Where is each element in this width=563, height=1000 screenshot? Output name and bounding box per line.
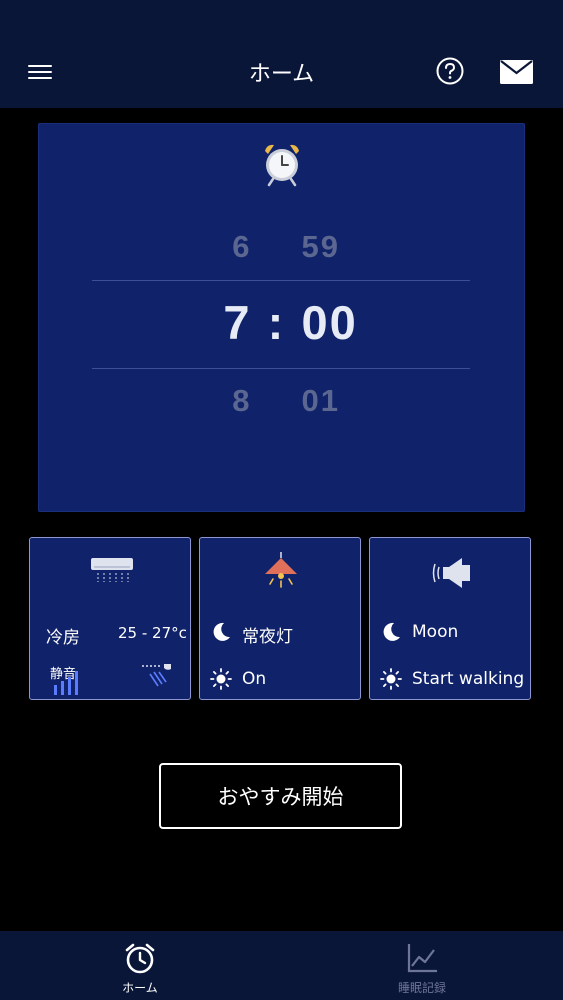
alarm-time-panel[interactable]: 6 59 7:00 8 01 xyxy=(38,123,525,512)
night-light-day-setting: On xyxy=(242,669,267,689)
aircon-tile[interactable]: 冷房 25 - 27°c 静音 xyxy=(29,537,191,700)
moon-icon xyxy=(213,622,230,641)
tab-sleep-record[interactable]: 睡眠記録 xyxy=(352,931,492,1000)
picker-prev-minute: 59 xyxy=(301,229,340,264)
night-light-night-setting: 常夜灯 xyxy=(242,627,293,647)
aircon-temp-range: 25 - 27°c xyxy=(118,624,187,642)
tab-sleep-record-label: 睡眠記録 xyxy=(397,981,446,995)
sun-icon xyxy=(380,668,402,690)
air-conditioner-icon xyxy=(91,558,133,582)
sun-icon xyxy=(210,668,232,690)
picker-row-next[interactable]: 8 01 xyxy=(38,383,525,419)
question-circle-icon[interactable] xyxy=(436,57,464,85)
time-separator: : xyxy=(267,296,286,349)
alarm-clock-icon xyxy=(265,144,299,187)
line-chart-icon xyxy=(407,944,437,973)
speaker-icon xyxy=(432,558,470,588)
bottom-tab-bar: ホーム 睡眠記録 xyxy=(0,931,563,1000)
moon-icon xyxy=(383,622,400,641)
louver-direction-icon xyxy=(142,664,171,687)
picker-prev-hour: 6 xyxy=(232,229,252,264)
picker-row-selected[interactable]: 7:00 xyxy=(38,295,525,350)
night-light-tile[interactable]: 常夜灯 On xyxy=(199,537,361,700)
picker-next-minute: 01 xyxy=(301,383,340,418)
start-sleep-button[interactable]: おやすみ開始 xyxy=(159,763,402,829)
fan-level-bars-icon xyxy=(54,671,78,695)
ceiling-lamp-icon xyxy=(265,552,297,588)
alarm-minute[interactable]: 00 xyxy=(302,295,382,350)
sound-day-setting: Start walking xyxy=(412,669,525,689)
envelope-icon[interactable] xyxy=(500,60,533,84)
aircon-mode: 冷房 xyxy=(46,628,80,648)
sound-night-setting: Moon xyxy=(412,622,459,642)
alarm-hour[interactable]: 7 xyxy=(182,295,252,350)
header-bar: ホーム xyxy=(0,0,563,108)
fan-speed-indicator: 静音 xyxy=(50,663,84,695)
sound-tile[interactable]: Moon Start walking xyxy=(369,537,531,700)
tab-home-label: ホーム xyxy=(122,981,158,995)
picker-divider-bottom xyxy=(92,368,470,369)
alarm-clock-icon xyxy=(125,943,155,974)
picker-next-hour: 8 xyxy=(232,383,252,418)
page-title: ホーム xyxy=(248,62,315,87)
picker-row-previous[interactable]: 6 59 xyxy=(38,229,525,265)
picker-divider-top xyxy=(92,280,470,281)
tab-home[interactable]: ホーム xyxy=(70,931,210,1000)
